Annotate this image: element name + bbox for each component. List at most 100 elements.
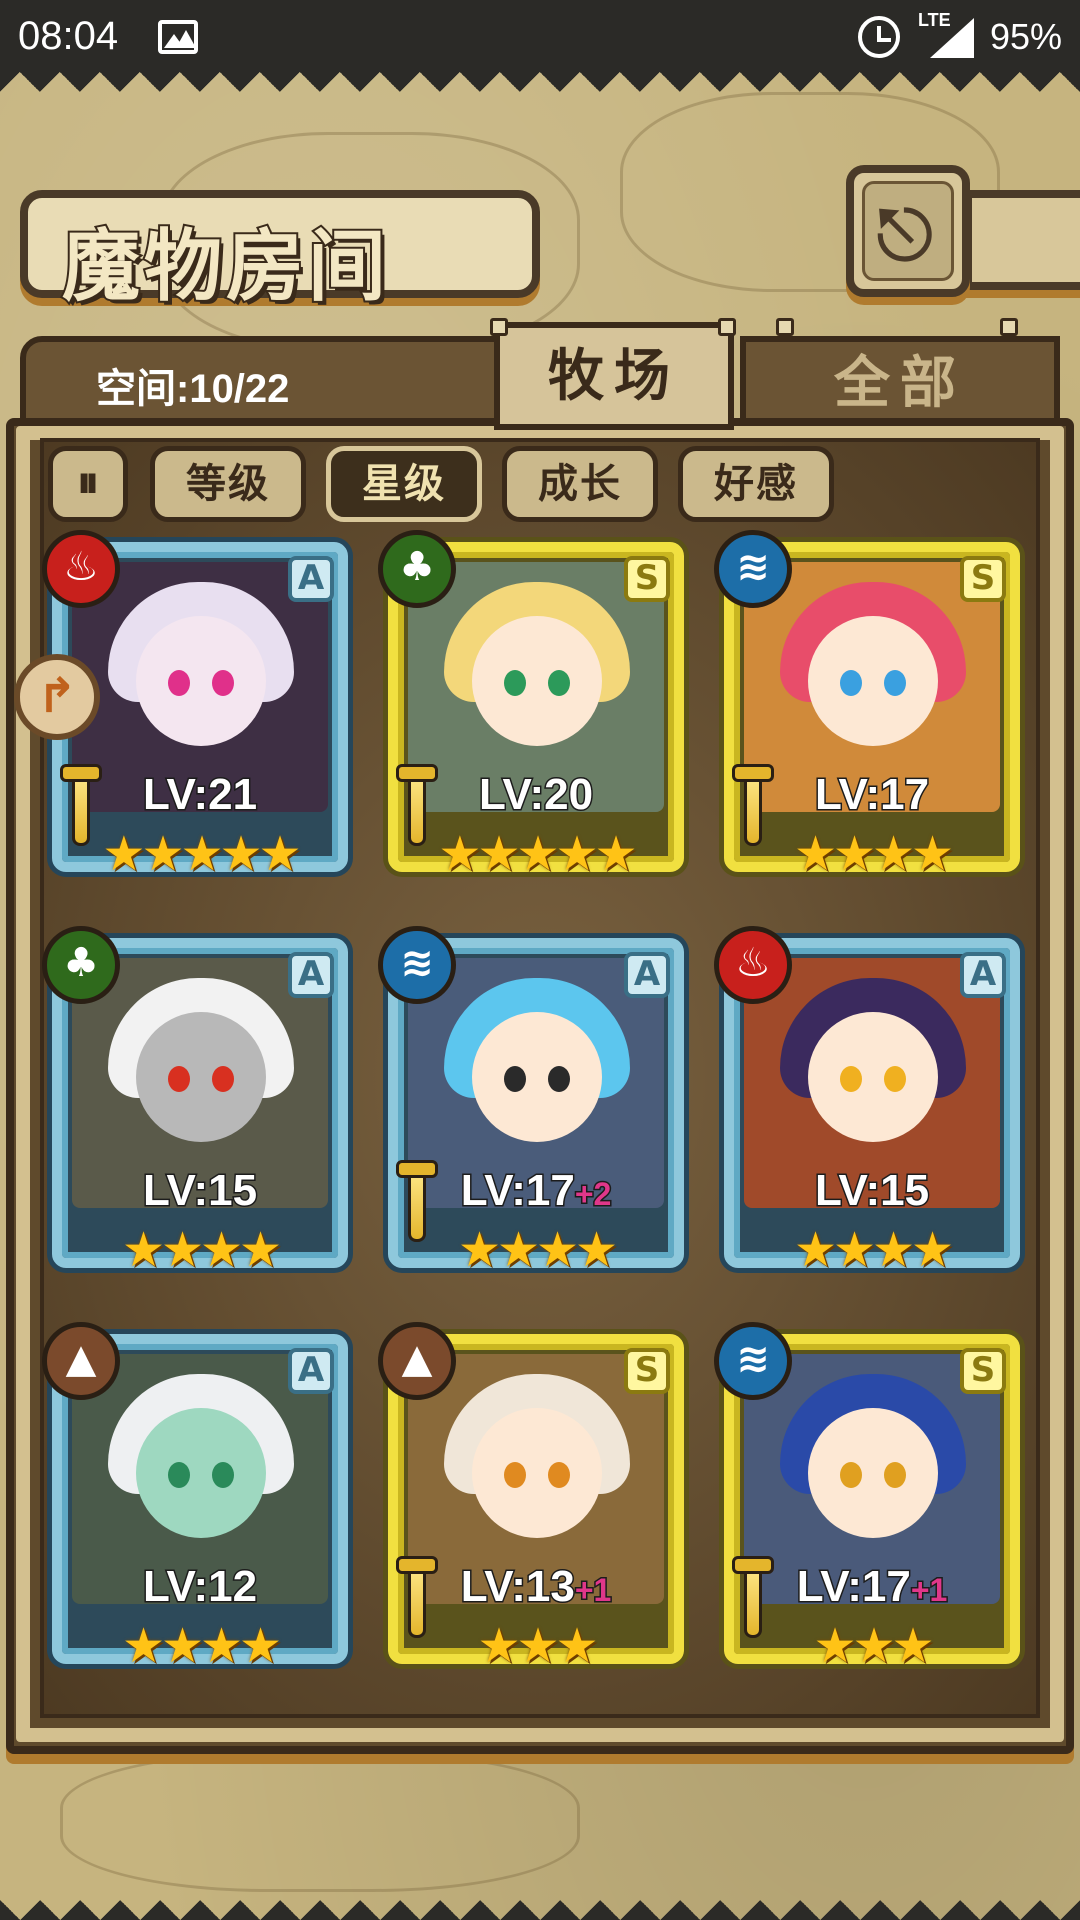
top-border bbox=[0, 72, 1080, 100]
star-icon: ★ bbox=[258, 826, 302, 882]
back-button[interactable]: ⎋ bbox=[846, 165, 970, 297]
monster-eye bbox=[884, 1462, 906, 1488]
rank-badge: A bbox=[288, 952, 334, 998]
monster-card[interactable]: A ≋ LV:17+2 ★★★★ bbox=[378, 926, 692, 1300]
level-text: LV:17 bbox=[813, 769, 930, 821]
water-element-icon: ≋ bbox=[378, 926, 456, 1004]
water-element-icon: ≋ bbox=[714, 1322, 792, 1400]
star-icon: ★ bbox=[575, 1222, 618, 1278]
monster-card[interactable]: S ≋ LV:17 ★★★★ bbox=[714, 530, 1028, 904]
star-icon: ★ bbox=[477, 826, 520, 882]
status-bar: 08:04 LTE 95% bbox=[0, 0, 1080, 72]
sort-label: 星级 bbox=[362, 460, 446, 507]
rank-badge: A bbox=[288, 1348, 334, 1394]
earth-element-icon: ▲ bbox=[378, 1322, 456, 1400]
rank-badge: S bbox=[960, 556, 1006, 602]
star-icon: ★ bbox=[832, 1222, 876, 1278]
star-icon: ★ bbox=[180, 826, 223, 882]
monster-face bbox=[808, 1408, 938, 1538]
monster-eye bbox=[504, 1066, 526, 1092]
monster-eye bbox=[212, 1462, 234, 1488]
star-icon: ★ bbox=[891, 1618, 935, 1674]
tab-stud bbox=[776, 318, 794, 336]
star-icon: ★ bbox=[555, 1618, 599, 1674]
sort-by-affinity-button[interactable]: 好感 bbox=[678, 446, 834, 522]
rank-badge: A bbox=[288, 556, 334, 602]
star-icon: ★ bbox=[872, 1222, 915, 1278]
monster-eye bbox=[168, 670, 190, 696]
monster-card[interactable]: S ♣ LV:20 ★★★★★ bbox=[378, 530, 692, 904]
monster-face bbox=[808, 1012, 938, 1142]
rank-badge: A bbox=[960, 952, 1006, 998]
sort-by-growth-button[interactable]: 成长 bbox=[502, 446, 658, 522]
monster-eye bbox=[504, 1462, 526, 1488]
monster-card[interactable]: A ♨ LV:15 ★★★★ bbox=[714, 926, 1028, 1300]
monster-card[interactable]: A ♣ LV:15 ★★★★ bbox=[42, 926, 356, 1300]
monster-card[interactable]: S ≋ LV:17+1 ★★★ bbox=[714, 1322, 1028, 1696]
monster-face bbox=[472, 1012, 602, 1142]
fire-element-icon: ♨ bbox=[714, 926, 792, 1004]
star-icon: ★ bbox=[911, 1222, 954, 1278]
monster-eye bbox=[840, 1462, 862, 1488]
tab-ranch-label: 牧场 bbox=[548, 343, 680, 409]
tab-all[interactable]: 全部 bbox=[740, 336, 1060, 430]
star-rating: ★★★★★ bbox=[44, 826, 356, 882]
tab-stud bbox=[1000, 318, 1018, 336]
star-rating: ★★★ bbox=[716, 1618, 1028, 1674]
star-icon: ★ bbox=[536, 1222, 579, 1278]
monster-level: LV:17+2 bbox=[380, 1165, 692, 1217]
tab-ranch[interactable]: 牧场 bbox=[494, 322, 734, 430]
star-icon: ★ bbox=[219, 826, 263, 882]
monster-level: LV:15 bbox=[44, 1165, 356, 1217]
monster-eye bbox=[504, 670, 526, 696]
monster-eye bbox=[884, 670, 906, 696]
monster-level: LV:17+1 bbox=[716, 1561, 1028, 1613]
star-icon: ★ bbox=[555, 826, 599, 882]
water-element-icon: ≋ bbox=[714, 530, 792, 608]
monster-card[interactable]: S ▲ LV:13+1 ★★★ bbox=[378, 1322, 692, 1696]
sort-order-toggle[interactable]: ⏸ bbox=[48, 446, 128, 522]
monster-level: LV:15 bbox=[716, 1165, 1028, 1217]
monster-card[interactable]: A ▲ LV:12 ★★★★ bbox=[42, 1322, 356, 1696]
star-icon: ★ bbox=[793, 826, 837, 882]
monster-face bbox=[136, 616, 266, 746]
monster-level: LV:13+1 bbox=[380, 1561, 692, 1613]
rank-badge: S bbox=[624, 1348, 670, 1394]
star-icon: ★ bbox=[200, 1618, 243, 1674]
bottom-border bbox=[0, 1892, 1080, 1920]
arrow-icon: ↱ bbox=[36, 668, 78, 724]
sort-label: 好感 bbox=[714, 460, 798, 507]
level-text: LV:17 bbox=[795, 1561, 912, 1613]
monster-eye bbox=[884, 1066, 906, 1092]
star-icon: ★ bbox=[477, 1618, 520, 1674]
level-bonus: +1 bbox=[573, 1571, 613, 1610]
header-bar-extension bbox=[964, 190, 1080, 290]
signal-icon bbox=[930, 18, 974, 58]
monster-eye bbox=[212, 1066, 234, 1092]
tab-stud bbox=[490, 318, 508, 336]
monster-eye bbox=[548, 1462, 570, 1488]
rank-badge: A bbox=[624, 952, 670, 998]
monster-eye bbox=[168, 1066, 190, 1092]
star-icon: ★ bbox=[121, 1618, 165, 1674]
level-text: LV:15 bbox=[141, 1165, 258, 1217]
monster-level: LV:21 bbox=[44, 769, 356, 821]
image-icon bbox=[158, 20, 198, 54]
side-arrow-button[interactable]: ↱ bbox=[14, 654, 100, 740]
star-icon: ★ bbox=[200, 1222, 243, 1278]
monster-eye bbox=[548, 670, 570, 696]
monster-face bbox=[472, 616, 602, 746]
pause-icon: ⏸ bbox=[77, 457, 99, 508]
monster-face bbox=[136, 1012, 266, 1142]
wood-element-icon: ♣ bbox=[378, 530, 456, 608]
sort-by-stars-button[interactable]: 星级 bbox=[326, 446, 482, 522]
sort-by-level-button[interactable]: 等级 bbox=[150, 446, 306, 522]
star-icon: ★ bbox=[160, 1222, 204, 1278]
star-rating: ★★★★ bbox=[716, 826, 1028, 882]
level-bonus: +2 bbox=[573, 1175, 613, 1214]
space-plate: 空间:10/22 bbox=[20, 336, 506, 426]
sort-label: 等级 bbox=[186, 460, 270, 507]
rank-badge: S bbox=[960, 1348, 1006, 1394]
star-rating: ★★★ bbox=[380, 1618, 692, 1674]
star-rating: ★★★★ bbox=[380, 1222, 692, 1278]
